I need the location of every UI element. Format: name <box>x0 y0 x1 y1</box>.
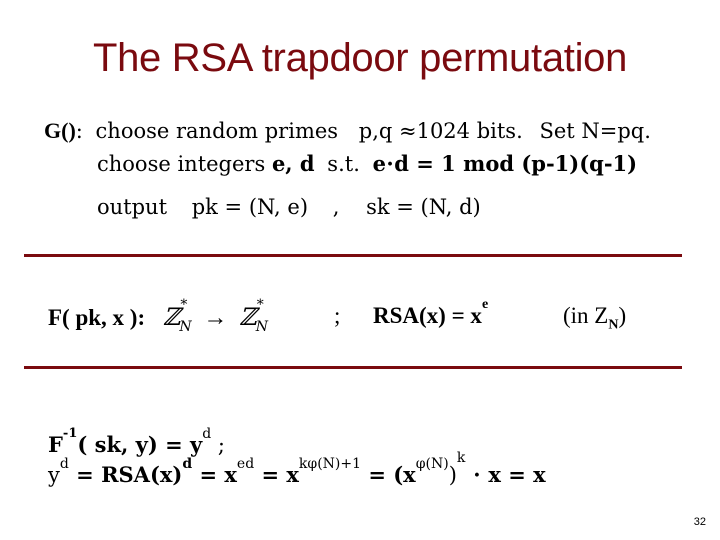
page-number: 32 <box>693 516 706 528</box>
rsa-definition: RSA(x) = xe <box>373 297 489 328</box>
gen-e-d: e, d <box>271 151 315 176</box>
gen-output: output <box>97 195 168 219</box>
gen-set-n: Set N=pq. <box>539 119 651 143</box>
gen-sk: sk = (N, d) <box>366 195 481 219</box>
arrow-icon: → <box>203 305 228 331</box>
gen-comma: , <box>332 195 340 219</box>
in-zn: (in ZN) <box>563 303 627 333</box>
gen-line-2: choose integers e, d s.t. e⋅d = 1 mod (p… <box>97 151 637 176</box>
gen-st: s.t. <box>327 152 360 176</box>
gen-prime-size: p,q ≈1024 bits. <box>358 119 523 143</box>
forward-label: F( pk, x ): <box>48 305 146 330</box>
slide-title: The RSA trapdoor permutation <box>92 36 628 80</box>
inverse-line-2: yd = RSA(x)d = xed = xkφ(N)+1 = (xφ(N))k… <box>48 450 546 487</box>
gen-colon: : <box>75 119 83 143</box>
forward-semicolon: ; <box>334 303 341 328</box>
inverse-line-1: F-1( sk, y) = yd ; <box>48 426 225 457</box>
forward-line: F( pk, x ): ℤ*N → ℤ*N <box>48 297 268 335</box>
gen-choose-primes: choose random primes <box>95 119 339 143</box>
zn-star-domain: ℤ*N <box>162 297 192 335</box>
gen-choose-integers: choose integers <box>97 152 266 176</box>
gen-line-1: G(): choose random primes p,q ≈1024 bits… <box>44 118 651 144</box>
zn-star-codomain: ℤ*N <box>239 297 268 335</box>
gen-ed-condition: e⋅d = 1 mod (p-1)(q-1) <box>372 151 638 176</box>
gen-label: G() <box>44 118 76 143</box>
gen-line-3: output pk = (N, e) , sk = (N, d) <box>97 195 481 219</box>
gen-pk: pk = (N, e) <box>191 195 309 219</box>
divider-top <box>24 254 682 257</box>
divider-bottom <box>24 366 682 369</box>
